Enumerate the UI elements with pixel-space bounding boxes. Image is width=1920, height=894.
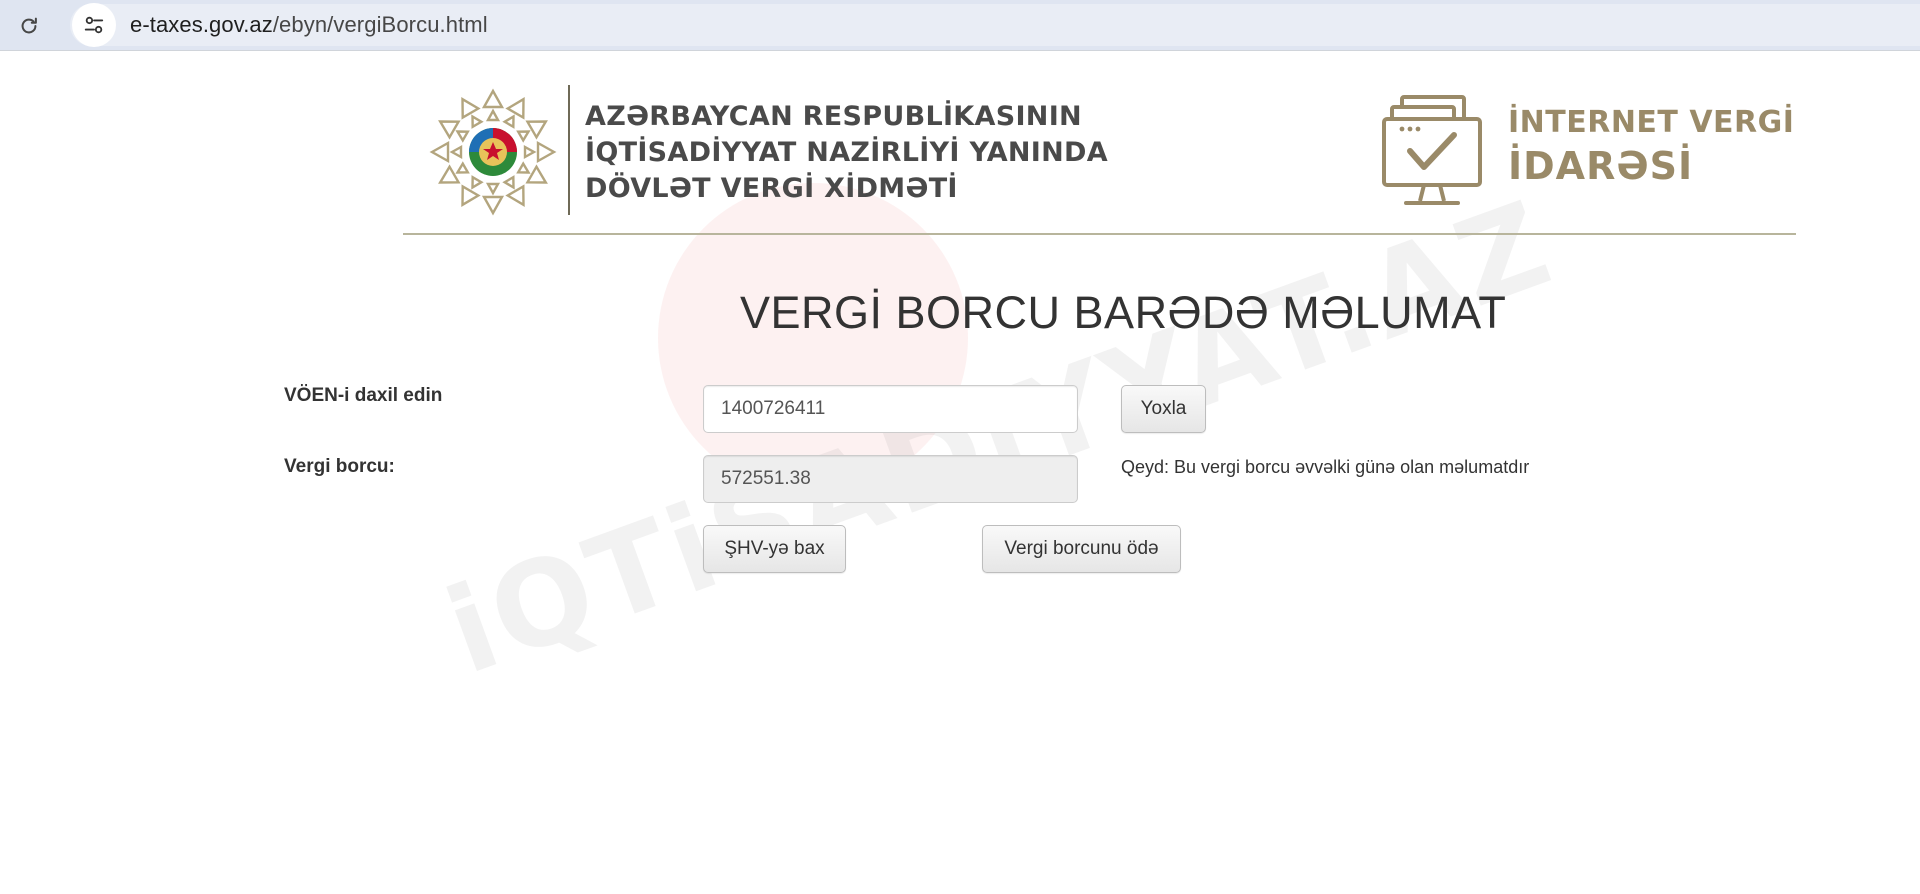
agency-line-2: İQTİSADİYYAT NAZİRLİYİ YANINDA xyxy=(585,137,1108,168)
reload-icon[interactable] xyxy=(16,13,42,39)
url-host: e-taxes.gov.az xyxy=(130,12,273,37)
check-button[interactable]: Yoxla xyxy=(1121,385,1206,433)
voen-label: VÖEN-i daxil edin xyxy=(284,385,443,406)
pay-debt-button[interactable]: Vergi borcunu ödə xyxy=(982,525,1181,573)
debt-note: Qeyd: Bu vergi borcu əvvəlki günə olan m… xyxy=(1121,457,1530,477)
page-title: VERGİ BORCU BARƏDƏ MƏLUMAT xyxy=(740,287,1507,338)
browser-toolbar: e-taxes.gov.az/ebyn/vergiBorcu.html xyxy=(0,0,1920,50)
agency-line-1: AZƏRBAYCAN RESPUBLİKASININ xyxy=(585,101,1082,132)
url-path: /ebyn/vergiBorcu.html xyxy=(272,12,488,37)
voen-input[interactable]: 1400726411 xyxy=(703,385,1078,433)
site-info-icon[interactable] xyxy=(72,3,116,47)
page-body: iQTiSADiYYAT.AZ AZƏRBAYCAN RESPUBLİKASIN… xyxy=(0,51,1920,894)
header-rule xyxy=(403,233,1796,235)
agency-line-3: DÖVLƏT VERGİ XİDMƏTİ xyxy=(585,173,958,204)
address-bar[interactable]: e-taxes.gov.az/ebyn/vergiBorcu.html xyxy=(70,3,1920,47)
monitor-checkmark-icon xyxy=(1382,95,1482,205)
watermark-text: iQTiSADiYYAT.AZ xyxy=(430,173,1570,701)
ivi-logo-line-1: İNTERNET VERGİ xyxy=(1508,105,1795,140)
debt-amount-field: 572551.38 xyxy=(703,455,1078,503)
view-account-button[interactable]: ŞHV-yə bax xyxy=(703,525,846,573)
url-text[interactable]: e-taxes.gov.az/ebyn/vergiBorcu.html xyxy=(130,12,488,38)
debt-label: Vergi borcu: xyxy=(284,456,395,477)
agency-name: AZƏRBAYCAN RESPUBLİKASININ İQTİSADİYYAT … xyxy=(585,99,1108,207)
azerbaijan-state-emblem-icon xyxy=(430,88,556,215)
header-divider xyxy=(568,85,570,215)
ivi-logo-text: İNTERNET VERGİ İDARƏSİ xyxy=(1508,103,1794,189)
ivi-logo-line-2: İDARƏSİ xyxy=(1508,144,1694,188)
